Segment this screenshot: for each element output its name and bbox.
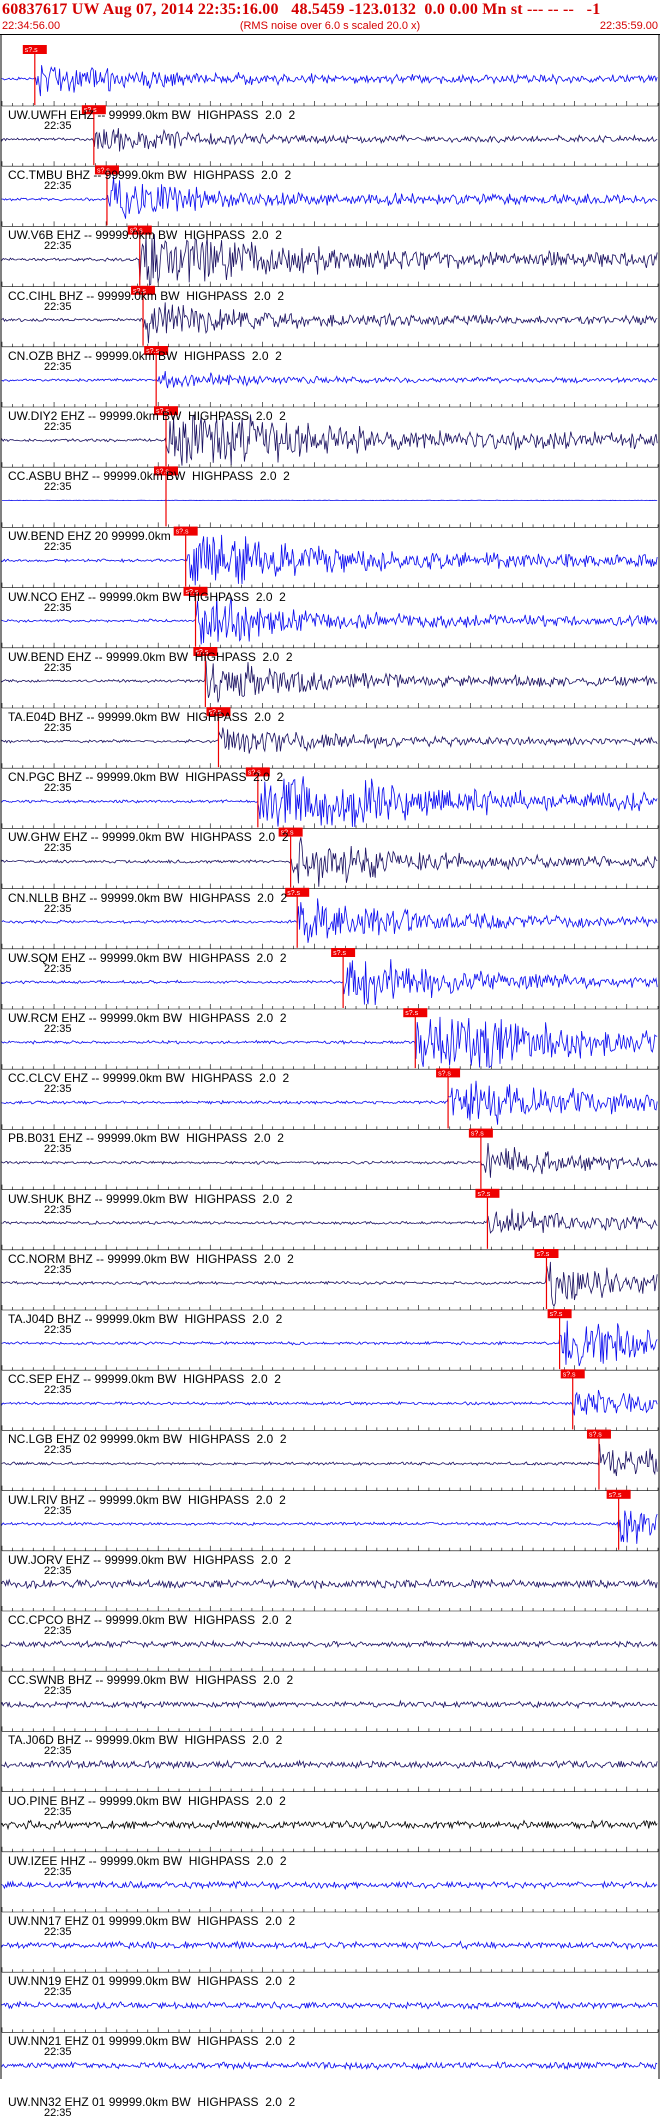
waveform-trace — [2, 1321, 657, 1366]
waveform-trace — [2, 1579, 657, 1588]
end-time: 22:35:59.00 — [600, 20, 658, 32]
waveform-trace — [2, 1262, 657, 1306]
scale-note: (RMS noise over 6.0 s scaled 20.0 x) — [0, 20, 660, 32]
pick-marker-text: s?.s — [550, 1311, 563, 1318]
waveform-trace — [2, 302, 657, 343]
pick-marker-text: s?.s — [477, 1191, 490, 1198]
time-mark: 22:35 — [44, 1144, 72, 1155]
station-label: UW.SQM EHZ -- 99999.0km BW HIGHPASS 2.0 … — [8, 952, 287, 964]
time-mark: 22:35 — [44, 1867, 72, 1878]
pick-marker-text: s?.s — [333, 950, 346, 957]
waveform-trace — [2, 1641, 657, 1648]
event-title: 60837617 UW Aug 07, 2014 22:35:16.00 48.… — [2, 1, 600, 19]
waveform-trace — [2, 177, 657, 219]
station-label: UW.NN32 EHZ 01 99999.0km BW HIGHPASS 2.0… — [8, 2096, 295, 2108]
time-mark: 22:35 — [44, 663, 72, 674]
station-label: UW.LRIV BHZ -- 99999.0km BW HIGHPASS 2.0… — [8, 1494, 286, 1506]
station-label: UW.SHUK BHZ -- 99999.0km BW HIGHPASS 2.0… — [8, 1193, 293, 1205]
time-mark: 22:35 — [44, 1205, 72, 1216]
seismogram-traces: s?.s s?.s s?.s s?.s s?.s s?.s s?.s s?.s s?.s s?.s… — [0, 35, 660, 2079]
time-mark: 22:35 — [44, 1626, 72, 1637]
time-mark: 22:35 — [44, 723, 72, 734]
time-mark: 22:35 — [44, 181, 72, 192]
waveform-trace — [2, 959, 657, 1005]
waveform-trace — [2, 1820, 657, 1829]
pick-marker-text: s?.s — [438, 1070, 451, 1077]
waveform-trace — [2, 661, 657, 703]
waveform-trace — [2, 1701, 657, 1708]
waveform-trace — [2, 2062, 657, 2069]
time-mark: 22:35 — [44, 362, 72, 373]
time-mark: 22:35 — [44, 1686, 72, 1697]
waveform-trace — [2, 1511, 657, 1544]
time-mark: 22:35 — [44, 1385, 72, 1396]
time-mark: 22:35 — [44, 603, 72, 614]
pick-marker-text: s?.s — [405, 1010, 418, 1017]
pick-marker-text: s?.s — [589, 1432, 602, 1439]
station-label: UO.PINE BHZ -- 99999.0km BW HIGHPASS 2.0… — [8, 1795, 286, 1807]
time-mark: 22:35 — [44, 1084, 72, 1095]
waveform-trace — [2, 1942, 657, 1949]
waveform-trace — [2, 1760, 657, 1768]
time-mark: 22:35 — [44, 1927, 72, 1938]
waveform-trace — [2, 1444, 657, 1476]
waveform-trace — [2, 1390, 657, 1415]
station-label: UW.NCO EHZ -- 99999.0km BW HIGHPASS 2.0 … — [8, 591, 286, 603]
waveform-trace — [2, 898, 657, 942]
waveform-trace — [2, 128, 657, 151]
waveform-trace — [2, 2002, 657, 2009]
time-mark: 22:35 — [44, 843, 72, 854]
waveform-trace — [2, 1081, 657, 1125]
time-mark: 22:35 — [44, 542, 72, 553]
time-mark: 22:35 — [44, 1325, 72, 1336]
pick-marker-text: s?.s — [176, 529, 189, 536]
pick-marker-text: s?.s — [25, 47, 38, 54]
time-mark: 22:35 — [44, 904, 72, 915]
time-mark: 22:35 — [44, 1445, 72, 1456]
time-mark: 22:35 — [44, 2047, 72, 2058]
record-header: 60837617 UW Aug 07, 2014 22:35:16.00 48.… — [0, 0, 660, 34]
waveform-trace — [2, 1143, 657, 1178]
time-mark: 22:35 — [44, 1506, 72, 1517]
station-label: CC.NORM BHZ -- 99999.0km BW HIGHPASS 2.0… — [8, 1253, 294, 1265]
station-label: UW.BEND EHZ 20 99999.0km — [8, 530, 171, 542]
seismogram-panel[interactable]: s?.s s?.s s?.s s?.s s?.s s?.s s?.s s?.s s?.s s?.s… — [0, 34, 660, 2079]
waveform-trace — [2, 728, 657, 754]
pick-marker-text: s?.s — [536, 1251, 549, 1258]
time-mark: 22:35 — [44, 783, 72, 794]
pick-marker-text: s?.s — [563, 1371, 576, 1378]
time-mark: 22:35 — [44, 1024, 72, 1035]
time-mark: 22:35 — [44, 1566, 72, 1577]
time-mark: 22:35 — [44, 1987, 72, 1998]
pick-marker-text: s?.s — [471, 1131, 484, 1138]
waveform-trace — [2, 1881, 657, 1889]
time-mark: 22:35 — [44, 422, 72, 433]
time-mark: 22:35 — [44, 482, 72, 493]
time-mark: 22:35 — [44, 302, 72, 313]
time-mark: 22:35 — [44, 121, 72, 132]
station-label: CC.CIHL BHZ -- 99999.0km BW HIGHPASS 2.0… — [8, 290, 284, 302]
time-mark: 22:35 — [44, 1265, 72, 1276]
waveform-trace — [2, 65, 657, 96]
time-mark: 22:35 — [44, 1746, 72, 1757]
time-mark: 22:35 — [44, 1807, 72, 1818]
time-mark: 22:35 — [44, 241, 72, 252]
station-label: UW.BEND EHZ -- 99999.0km BW HIGHPASS 2.0… — [8, 651, 293, 663]
waveform-trace — [2, 1209, 657, 1233]
waveform-trace — [2, 371, 657, 388]
time-mark: 22:35 — [44, 964, 72, 975]
station-label: CN.NLLB BHZ -- 99999.0km BW HIGHPASS 2.0… — [8, 892, 287, 904]
time-mark: 22:35 — [44, 2108, 72, 2119]
station-label: CN.OZB BHZ -- 99999.0km BW HIGHPASS 2.0 … — [8, 350, 282, 362]
pick-marker-text: s?.s — [287, 890, 300, 897]
pick-marker-text: s?.s — [609, 1492, 622, 1499]
station-label: UW.IZEE HHZ -- 99999.0km BW HIGHPASS 2.0… — [8, 1855, 287, 1867]
station-label: UW.JORV EHZ -- 99999.0km BW HIGHPASS 2.0… — [8, 1554, 291, 1566]
waveform-trace — [2, 837, 657, 886]
